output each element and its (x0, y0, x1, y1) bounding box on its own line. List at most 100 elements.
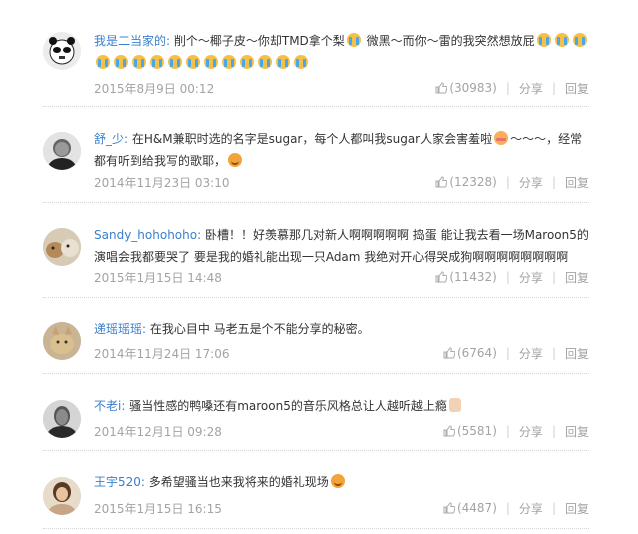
comment-time: 2015年1月15日 16:15 (94, 501, 222, 516)
thumbs-up-icon (435, 82, 448, 94)
comment-item: 递瑶瑶瑶: 在我心目中 马老五是个不能分享的秘密。 2014年11月24日 17… (43, 298, 589, 374)
comment-text: 不老i: 骚当性感的鸭嗓还有maroon5的音乐风格总让人越听越上瘾 (94, 395, 589, 417)
avatar[interactable] (43, 400, 81, 438)
divider: | (551, 424, 556, 438)
comment-content: 在我心目中 马老五是个不能分享的秘密。 (146, 322, 370, 336)
avatar[interactable] (43, 132, 81, 170)
cry-emoji-icon (258, 55, 272, 69)
like-button[interactable]: (6764) (443, 346, 497, 360)
divider: | (505, 424, 510, 438)
thumbs-up-icon (435, 176, 448, 188)
comment-item: 不老i: 骚当性感的鸭嗓还有maroon5的音乐风格总让人越听越上瘾 2014年… (43, 374, 589, 451)
cry-emoji-icon (554, 33, 569, 47)
divider: | (551, 270, 556, 284)
reply-link[interactable]: 回复 (565, 269, 589, 286)
cry-emoji-icon (114, 55, 128, 69)
divider: | (505, 346, 510, 360)
share-link[interactable]: 分享 (519, 500, 543, 517)
reply-link[interactable]: 回复 (565, 423, 589, 440)
like-count: (30983) (449, 81, 497, 95)
cry-emoji-icon (150, 55, 164, 69)
comment-item: Sandy_hohohoho: 卧槽！！好羡慕那几对新人啊啊啊啊啊 捣蛋 能让我… (43, 203, 589, 298)
like-button[interactable]: (11432) (435, 270, 497, 284)
comment-username[interactable]: 不老i: (94, 399, 125, 413)
comment-text-segment: 多希望骚当也来我将来的婚礼现场 (144, 475, 329, 489)
avatar[interactable] (43, 322, 81, 360)
cry-emoji-icon (204, 55, 218, 69)
like-count: (6764) (456, 346, 497, 360)
comment-content: 在H&M兼职时选的名字是sugar，每个人都叫我sugar人家会害羞啦 ～～～，经… (94, 131, 582, 168)
share-link[interactable]: 分享 (519, 423, 543, 440)
avatar[interactable] (43, 228, 81, 266)
like-count: (5581) (456, 424, 497, 438)
comment-text-segment: 骚当性感的鸭嗓还有maroon5的音乐风格总让人越听越上瘾 (125, 399, 447, 413)
comment-content: 骚当性感的鸭嗓还有maroon5的音乐风格总让人越听越上瘾 (125, 398, 462, 413)
divider: | (505, 501, 510, 515)
comment-text: Sandy_hohohoho: 卧槽！！好羡慕那几对新人啊啊啊啊啊 捣蛋 能让我… (94, 224, 589, 268)
cry-emoji-icon (186, 55, 200, 69)
blush-emoji-icon (494, 131, 509, 145)
thumbs-up-icon (435, 271, 448, 283)
cry-emoji-icon (96, 55, 110, 69)
like-count: (4487) (456, 501, 497, 515)
share-link[interactable]: 分享 (519, 174, 543, 191)
divider: | (505, 175, 510, 189)
divider: | (551, 346, 556, 360)
share-link[interactable]: 分享 (519, 80, 543, 97)
comment-text: 王宇520: 多希望骚当也来我将来的婚礼现场 (94, 471, 589, 493)
comment-time: 2014年11月23日 03:10 (94, 175, 230, 190)
like-button[interactable]: (12328) (435, 175, 497, 189)
comment-content: 多希望骚当也来我将来的婚礼现场 (144, 474, 347, 489)
cry-emoji-icon (168, 55, 182, 69)
comment-time: 2015年1月15日 14:48 (94, 270, 222, 285)
comment-item: 舒_少: 在H&M兼职时选的名字是sugar，每个人都叫我sugar人家会害羞啦… (43, 107, 589, 203)
cry-emoji-icon (536, 33, 551, 47)
reply-link[interactable]: 回复 (565, 80, 589, 97)
reply-link[interactable]: 回复 (565, 345, 589, 362)
reply-link[interactable]: 回复 (565, 174, 589, 191)
reply-link[interactable]: 回复 (565, 500, 589, 517)
thumbs-up-icon (443, 347, 455, 359)
comment-text-segment: 在我心目中 马老五是个不能分享的秘密。 (146, 322, 370, 336)
smile-emoji-icon (330, 474, 345, 488)
comment-username[interactable]: 王宇520: (94, 475, 145, 489)
like-count: (12328) (449, 175, 497, 189)
cry-emoji-icon (346, 33, 361, 47)
like-count: (11432) (449, 270, 497, 284)
divider: | (505, 81, 510, 95)
thumbs-up-icon (443, 425, 455, 437)
comment-text-segment: 在H&M兼职时选的名字是sugar，每个人都叫我sugar人家会害羞啦 (128, 132, 493, 146)
comment-username[interactable]: Sandy_hohohoho: (94, 228, 201, 242)
share-link[interactable]: 分享 (519, 345, 543, 362)
comment-time: 2015年8月9日 00:12 (94, 81, 215, 96)
thumb-emoji-icon (448, 398, 461, 412)
comment-username[interactable]: 舒_少: (94, 132, 128, 146)
divider: | (551, 175, 556, 189)
comment-text: 我是二当家的: 削个～椰子皮～你却TMD拿个梨 微黑～而你～雷的我突然想放屁 (94, 30, 589, 74)
cry-emoji-icon (222, 55, 236, 69)
thumbs-up-icon (443, 502, 455, 514)
avatar[interactable] (43, 477, 81, 515)
divider: | (551, 501, 556, 515)
comment-text-segment: 微黑～而你～雷的我突然想放屁 (362, 34, 535, 48)
cry-emoji-icon (240, 55, 254, 69)
comment-text: 递瑶瑶瑶: 在我心目中 马老五是个不能分享的秘密。 (94, 318, 589, 340)
cry-emoji-icon (572, 33, 587, 47)
share-link[interactable]: 分享 (519, 269, 543, 286)
comment-username[interactable]: 递瑶瑶瑶: (94, 322, 146, 336)
avatar[interactable] (43, 32, 81, 70)
comment-item: 王宇520: 多希望骚当也来我将来的婚礼现场 2015年1月15日 16:15 … (43, 451, 589, 529)
comment-time: 2014年11月24日 17:06 (94, 346, 230, 361)
like-button[interactable]: (30983) (435, 81, 497, 95)
cry-emoji-icon (276, 55, 290, 69)
divider: | (505, 270, 510, 284)
comment-username[interactable]: 我是二当家的: (94, 34, 170, 48)
cry-emoji-icon (132, 55, 146, 69)
divider: | (551, 81, 556, 95)
like-button[interactable]: (5581) (443, 424, 497, 438)
smile-emoji-icon (228, 153, 243, 167)
cry-emoji-icon (294, 55, 308, 69)
comment-text-segment: 削个～椰子皮～你却TMD拿个梨 (170, 34, 345, 48)
like-button[interactable]: (4487) (443, 501, 497, 515)
comment-time: 2014年12月1日 09:28 (94, 424, 222, 439)
